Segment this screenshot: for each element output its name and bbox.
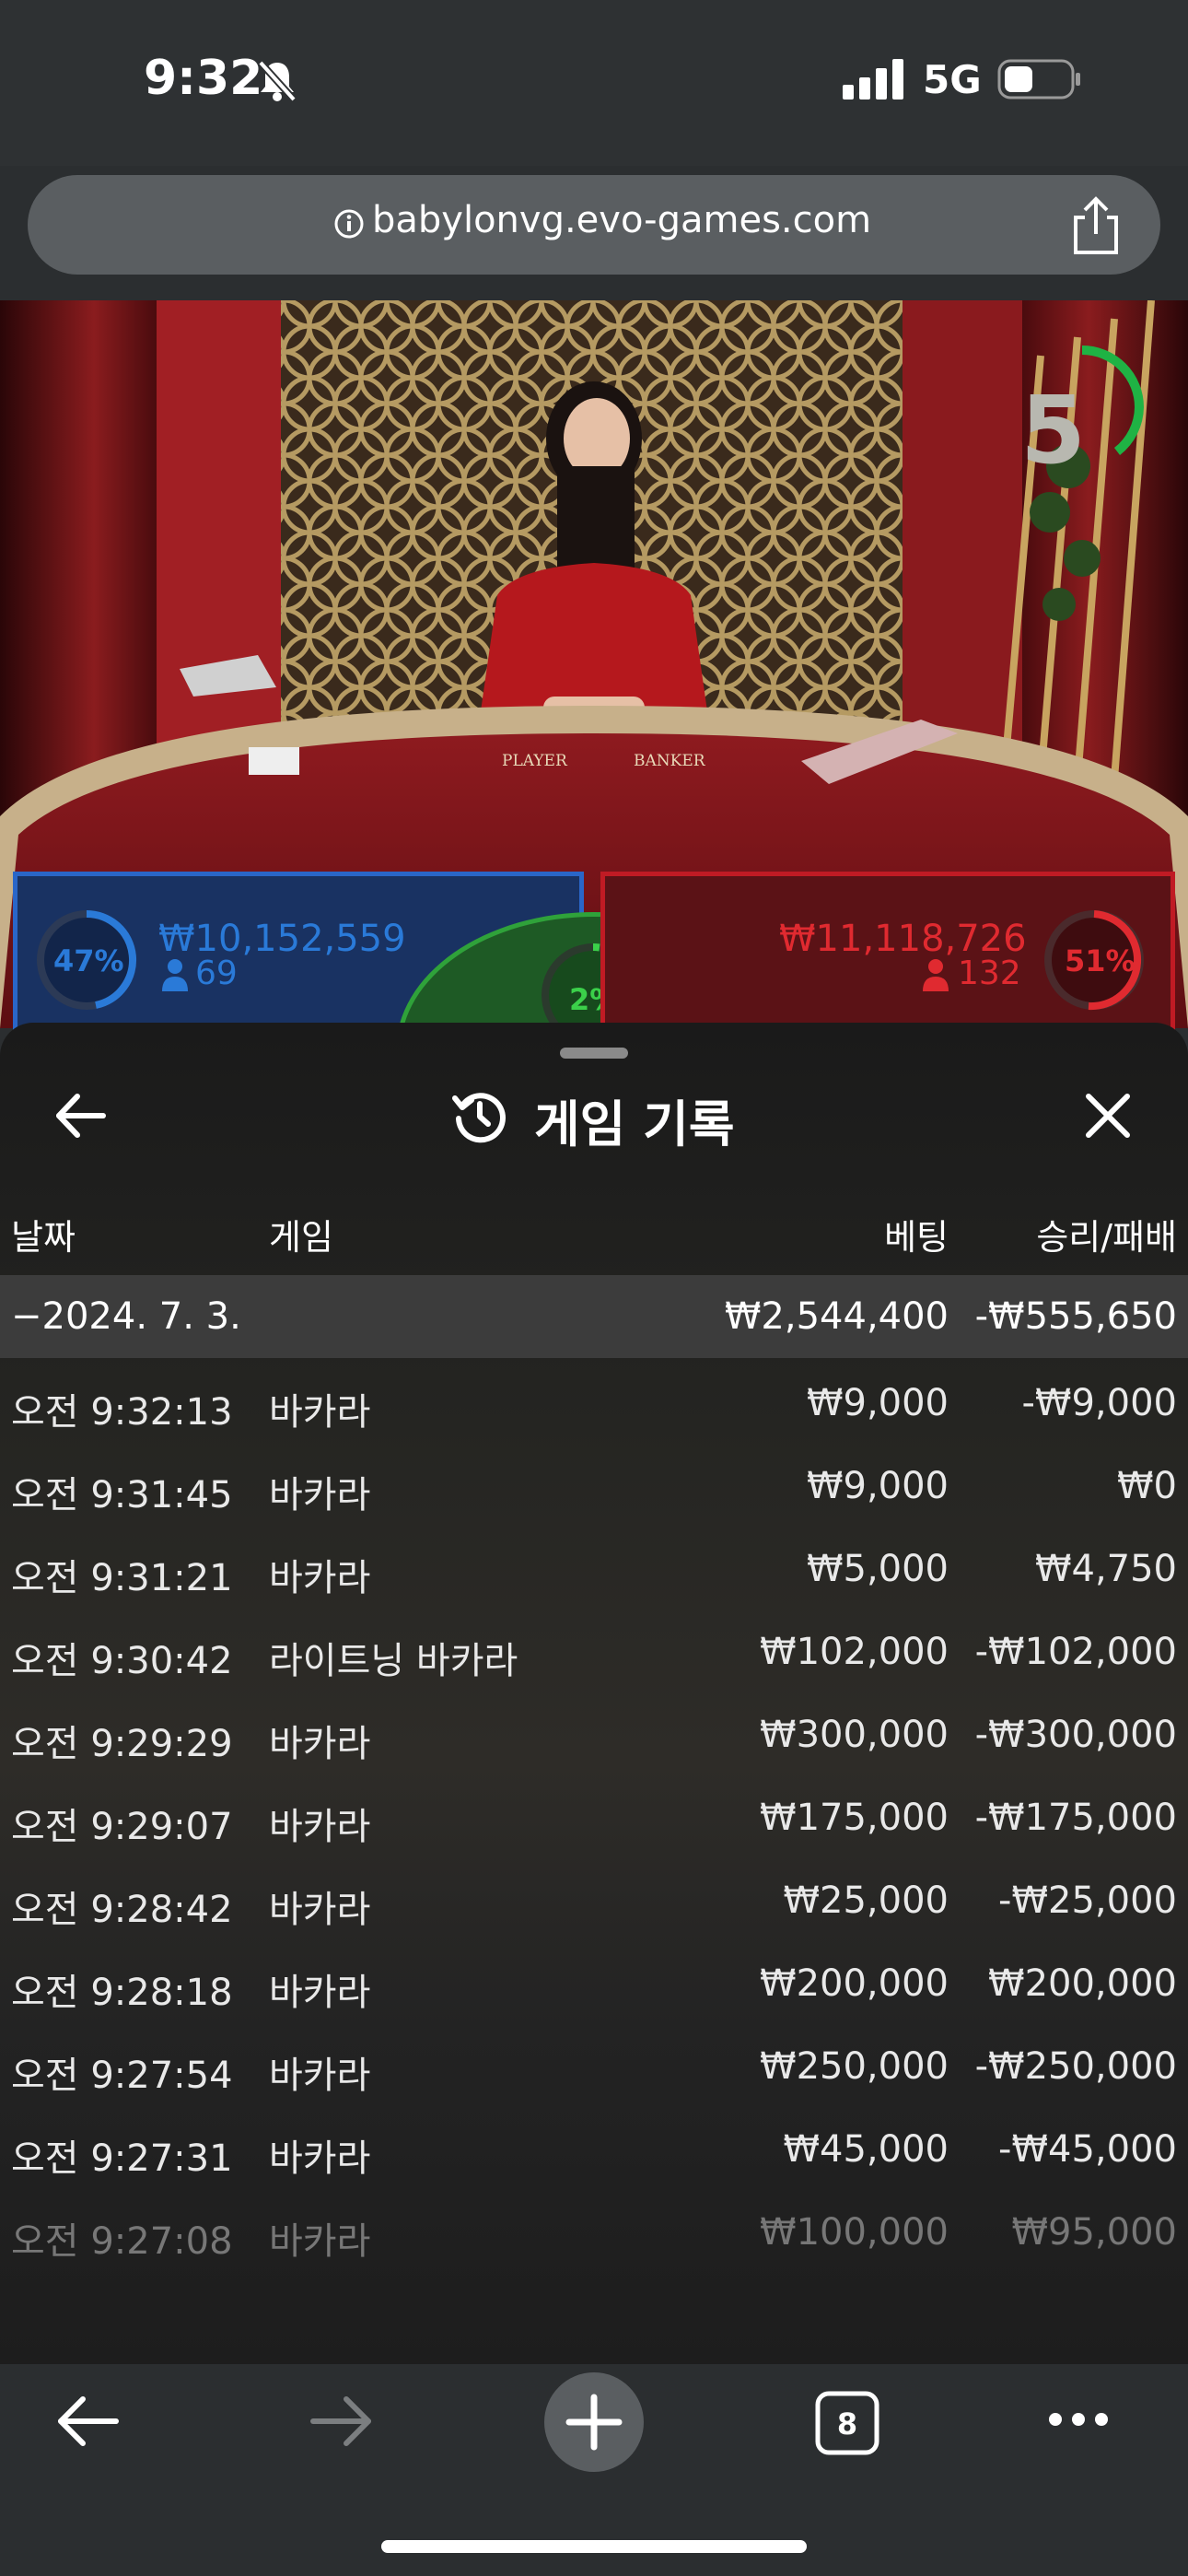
info-icon[interactable] — [333, 208, 365, 240]
player-percent: 47% — [53, 943, 124, 978]
table-row[interactable]: 오전 9:27:08 바카라 ₩100,000 ₩95,000 — [0, 2191, 1188, 2274]
row-game: 바카라 — [269, 2055, 371, 2097]
row-time: 오전 9:27:08 — [11, 2220, 233, 2263]
row-result: -₩102,000 — [974, 1631, 1177, 1673]
table-row[interactable]: 오전 9:29:07 바카라 ₩175,000 -₩175,000 — [0, 1776, 1188, 1859]
row-game: 바카라 — [269, 1972, 371, 2014]
close-icon[interactable] — [1079, 1087, 1136, 1144]
column-header-result[interactable]: 승리/패배 — [1036, 1209, 1177, 1259]
row-game: 바카라 — [269, 1557, 371, 1599]
row-bet: ₩102,000 — [760, 1631, 949, 1673]
row-time: 오전 9:29:29 — [11, 1723, 233, 1765]
row-game: 바카라 — [269, 2220, 371, 2263]
row-bet: ₩9,000 — [806, 1382, 949, 1424]
url-text[interactable]: babylonvg.evo-games.com — [372, 199, 871, 241]
banker-person-icon — [923, 959, 949, 991]
row-bet: ₩100,000 — [760, 2211, 949, 2254]
row-time: 오전 9:32:13 — [11, 1391, 233, 1434]
column-header-date[interactable]: 날짜 — [11, 1209, 76, 1259]
row-time: 오전 9:28:42 — [11, 1889, 233, 1931]
player-count: 69 — [195, 954, 238, 992]
table-label-banker: BANKER — [634, 752, 706, 770]
row-bet: ₩300,000 — [760, 1714, 949, 1756]
player-person-icon — [162, 959, 188, 991]
table-row[interactable]: 오전 9:28:42 바카라 ₩25,000 -₩25,000 — [0, 1859, 1188, 1942]
row-result: -₩45,000 — [998, 2128, 1177, 2171]
banker-percent: 51% — [1065, 943, 1136, 978]
row-bet: ₩200,000 — [760, 1962, 949, 2005]
row-time: 오전 9:31:45 — [11, 1474, 233, 1516]
table-row[interactable]: 오전 9:28:18 바카라 ₩200,000 ₩200,000 — [0, 1942, 1188, 2025]
countdown-number: 5 — [1020, 376, 1086, 486]
row-result: -₩25,000 — [998, 1879, 1177, 1922]
table-label-player: PLAYER — [502, 752, 568, 770]
table-row[interactable]: 오전 9:27:31 바카라 ₩45,000 -₩45,000 — [0, 2108, 1188, 2191]
row-result: -₩250,000 — [974, 2045, 1177, 2088]
banker-count: 132 — [958, 954, 1021, 992]
row-bet: ₩9,000 — [806, 1465, 949, 1507]
row-game: 바카라 — [269, 1391, 371, 1434]
row-result: ₩0 — [1117, 1465, 1177, 1507]
row-time: 오전 9:30:42 — [11, 1640, 233, 1682]
share-icon[interactable] — [1068, 195, 1124, 256]
row-result: -₩175,000 — [974, 1797, 1177, 1839]
history-list: 오전 9:32:13 바카라 ₩9,000 -₩9,000 오전 9:31:45… — [0, 1362, 1188, 2274]
row-game: 바카라 — [269, 1723, 371, 1765]
row-game: 바카라 — [269, 1889, 371, 1931]
status-time: 9:32 — [144, 51, 263, 106]
date-group-row[interactable]: −2024. 7. 3. ₩2,544,400 -₩555,650 — [0, 1275, 1188, 1358]
column-header-bet[interactable]: 베팅 — [884, 1209, 949, 1259]
more-menu-icon[interactable] — [1046, 2408, 1111, 2430]
sheet-title: 게임 기록 — [534, 1095, 735, 1153]
date-group-total-result: -₩555,650 — [974, 1295, 1177, 1338]
table-row[interactable]: 오전 9:27:54 바카라 ₩250,000 -₩250,000 — [0, 2025, 1188, 2108]
row-result: ₩4,750 — [1034, 1548, 1177, 1590]
row-bet: ₩25,000 — [783, 1879, 949, 1922]
battery-icon — [997, 59, 1080, 100]
row-game: 바카라 — [269, 1474, 371, 1516]
row-time: 오전 9:27:31 — [11, 2137, 233, 2180]
new-tab-plus-icon[interactable] — [543, 2371, 645, 2473]
sheet-drag-handle[interactable] — [560, 1048, 628, 1059]
back-arrow-icon[interactable] — [52, 1087, 109, 1144]
table-row[interactable]: 오전 9:31:45 바카라 ₩9,000 ₩0 — [0, 1445, 1188, 1528]
table-row[interactable]: 오전 9:29:29 바카라 ₩300,000 -₩300,000 — [0, 1693, 1188, 1776]
date-group-label: −2024. 7. 3. — [11, 1295, 241, 1338]
row-bet: ₩45,000 — [783, 2128, 949, 2171]
row-bet: ₩250,000 — [760, 2045, 949, 2088]
table-row[interactable]: 오전 9:30:42 라이트닝 바카라 ₩102,000 -₩102,000 — [0, 1610, 1188, 1693]
browser-back-icon[interactable] — [55, 2394, 122, 2449]
row-result: -₩9,000 — [1021, 1382, 1178, 1424]
network-label: 5G — [923, 57, 982, 102]
row-game: 바카라 — [269, 2137, 371, 2180]
home-indicator[interactable] — [381, 2540, 807, 2553]
history-icon — [452, 1093, 506, 1143]
row-result: ₩95,000 — [1011, 2211, 1177, 2254]
browser-forward-icon[interactable] — [308, 2394, 374, 2449]
column-header-game[interactable]: 게임 — [269, 1209, 333, 1259]
row-game: 바카라 — [269, 1806, 371, 1848]
row-game: 라이트닝 바카라 — [269, 1640, 518, 1682]
row-time: 오전 9:28:18 — [11, 1972, 233, 2014]
row-time: 오전 9:29:07 — [11, 1806, 233, 1848]
row-time: 오전 9:31:21 — [11, 1557, 233, 1599]
tab-count: 8 — [836, 2406, 858, 2441]
row-result: ₩200,000 — [988, 1962, 1177, 2005]
silent-bell-icon — [258, 60, 297, 102]
row-result: -₩300,000 — [974, 1714, 1177, 1756]
row-bet: ₩5,000 — [806, 1548, 949, 1590]
screen: 9:32 5G babylonvg.evo-games.com PLAYER B… — [0, 0, 1188, 2576]
row-time: 오전 9:27:54 — [11, 2055, 233, 2097]
date-group-total-bet: ₩2,544,400 — [724, 1295, 949, 1338]
table-row[interactable]: 오전 9:31:21 바카라 ₩5,000 ₩4,750 — [0, 1528, 1188, 1610]
row-bet: ₩175,000 — [760, 1797, 949, 1839]
signal-icon — [843, 59, 903, 100]
table-row[interactable]: 오전 9:32:13 바카라 ₩9,000 -₩9,000 — [0, 1362, 1188, 1445]
